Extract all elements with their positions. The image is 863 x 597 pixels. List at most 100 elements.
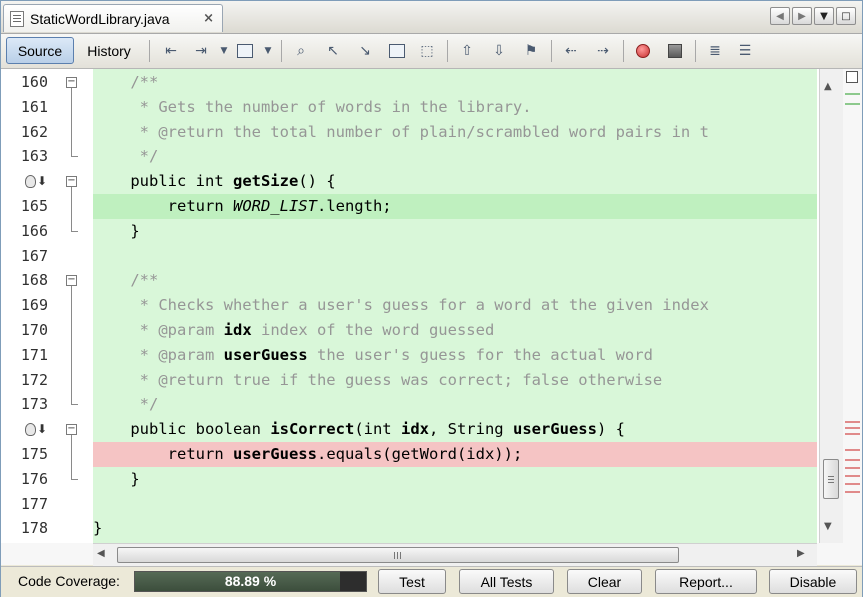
horizontal-scrollbar[interactable]: ◀ ▶ [93, 543, 817, 566]
code-line[interactable]: 175 return userGuess.equals(getWord(idx)… [1, 442, 817, 467]
coverage-mark[interactable] [845, 491, 860, 493]
show-opened-documents-button[interactable]: ▼ [814, 7, 834, 25]
code-line[interactable]: 177 [1, 492, 817, 517]
history-view-button[interactable]: History [79, 37, 139, 64]
code-text[interactable]: * Checks whether a user's guess for a wo… [93, 293, 817, 318]
code-text[interactable]: /** [93, 268, 817, 293]
coverage-mark[interactable] [845, 459, 860, 461]
shift-left-icon[interactable]: ⇠ [561, 41, 581, 61]
code-line[interactable]: 170 * @param idx index of the word guess… [1, 318, 817, 343]
code-text[interactable]: return WORD_LIST.length; [93, 194, 817, 219]
code-text[interactable]: public boolean isCorrect(int idx, String… [93, 417, 817, 442]
coverage-mark[interactable] [845, 93, 860, 95]
source-view-button[interactable]: Source [6, 37, 74, 64]
code-text[interactable]: */ [93, 392, 817, 417]
code-line[interactable]: 167 [1, 244, 817, 269]
code-text[interactable]: * Gets the number of words in the librar… [93, 95, 817, 120]
disable-button[interactable]: Disable [769, 569, 857, 594]
coverage-mark[interactable] [845, 103, 860, 105]
test-button[interactable]: Test [378, 569, 446, 594]
all-tests-button[interactable]: All Tests [459, 569, 554, 594]
code-line[interactable]: 163 */ [1, 88, 817, 169]
last-edit-dropdown-icon[interactable]: ▼ [263, 41, 273, 61]
code-text[interactable]: * @param idx index of the word guessed [93, 318, 817, 343]
code-line[interactable]: 168 /** − [1, 268, 817, 293]
code-text[interactable]: * @return the total number of plain/scra… [93, 120, 817, 145]
code-line[interactable]: 162 * @return the total number of plain/… [1, 120, 817, 145]
code-line[interactable]: 165 return WORD_LIST.length; [1, 194, 817, 219]
forward-dropdown-icon[interactable]: ▼ [219, 41, 229, 61]
fold-toggle-icon[interactable]: − [66, 176, 77, 188]
tab-staticwordlibrary[interactable]: StaticWordLibrary.java × [3, 4, 223, 32]
next-bookmark-icon[interactable]: ⇩ [489, 41, 509, 61]
code-text[interactable]: return userGuess.equals(getWord(idx)); [93, 442, 817, 467]
coverage-mark[interactable] [845, 421, 860, 423]
toggle-rect-selection-icon[interactable]: ⬚ [417, 41, 437, 61]
uncomment-icon[interactable]: ☰ [735, 41, 755, 61]
override-icon[interactable]: ⬇ [25, 172, 51, 190]
code-text[interactable]: /** [93, 70, 817, 95]
back-icon[interactable]: ⇤ [161, 41, 181, 61]
fold-toggle-icon[interactable]: − [66, 424, 77, 436]
code-line[interactable]: 166 } [1, 187, 817, 244]
code-line[interactable]: public int getSize() { ⬇ − [1, 169, 817, 194]
scroll-right-icon[interactable]: ▶ [797, 548, 805, 559]
record-macro-icon[interactable] [633, 41, 653, 61]
override-icon[interactable]: ⬇ [25, 420, 51, 438]
horizontal-scroll-thumb[interactable] [117, 547, 679, 563]
toolbar-separator [281, 40, 282, 62]
vertical-scroll-thumb[interactable] [823, 459, 839, 499]
search-icon[interactable]: ⌕ [291, 41, 311, 61]
scrollbar-filler [817, 543, 862, 565]
scroll-up-icon[interactable]: ▲ [824, 81, 832, 92]
vertical-scrollbar[interactable]: ▲ ▼ [819, 69, 844, 543]
fold-toggle-icon[interactable]: − [66, 77, 77, 88]
shift-right-icon[interactable]: ⇢ [593, 41, 613, 61]
error-stripe[interactable] [843, 69, 862, 543]
code-line[interactable]: public boolean isCorrect(int idx, String… [1, 417, 817, 442]
scroll-tabs-right-button[interactable]: ▶ [792, 7, 812, 25]
scroll-left-icon[interactable]: ◀ [97, 548, 105, 559]
previous-bookmark-icon[interactable]: ⇧ [457, 41, 477, 61]
find-previous-icon[interactable]: ↖ [323, 41, 343, 61]
coverage-mark[interactable] [845, 475, 860, 477]
find-next-icon[interactable]: ↘ [355, 41, 375, 61]
coverage-mark[interactable] [845, 427, 860, 429]
toggle-highlight-icon[interactable] [387, 41, 407, 61]
scroll-down-icon[interactable]: ▼ [824, 521, 832, 532]
coverage-mark[interactable] [845, 449, 860, 451]
code-line[interactable]: 161 * Gets the number of words in the li… [1, 95, 817, 120]
stop-macro-icon[interactable] [665, 41, 685, 61]
forward-icon[interactable]: ⇥ [191, 41, 211, 61]
coverage-bar: Code Coverage: 88.89 % Test All Tests Cl… [1, 566, 862, 597]
maximize-window-button[interactable]: □ [836, 7, 856, 25]
code-line[interactable]: 169 * Checks whether a user's guess for … [1, 293, 817, 318]
code-text[interactable]: } [93, 467, 817, 492]
code-text[interactable]: } [93, 219, 817, 244]
scroll-tabs-left-button[interactable]: ◀ [770, 7, 790, 25]
code-text[interactable]: } [93, 516, 817, 541]
code-token: (int [354, 420, 401, 439]
code-line[interactable]: 160 /** − [1, 70, 817, 95]
code-text[interactable]: * @return true if the guess was correct;… [93, 368, 817, 393]
code-line[interactable]: 176 } [1, 435, 817, 492]
code-text[interactable]: public int getSize() { [93, 169, 817, 194]
coverage-mark[interactable] [845, 483, 860, 485]
code-text[interactable]: * @param userGuess the user's guess for … [93, 343, 817, 368]
close-tab-icon[interactable]: × [203, 11, 214, 26]
coverage-mark[interactable] [845, 433, 860, 435]
fold-toggle-icon[interactable]: − [66, 275, 77, 287]
lightbulb-icon [25, 174, 36, 188]
code-line[interactable]: 178} [1, 516, 817, 541]
coverage-mark[interactable] [845, 467, 860, 469]
code-text[interactable]: */ [93, 144, 817, 169]
last-edit-icon[interactable] [235, 41, 255, 61]
code-editor[interactable]: 160 /** − 161 * Gets the number of words i… [1, 69, 862, 543]
code-line[interactable]: 173 */ [1, 286, 817, 417]
code-line[interactable]: 172 * @return true if the guess was corr… [1, 368, 817, 393]
clear-button[interactable]: Clear [567, 569, 642, 594]
toggle-bookmark-icon[interactable]: ⚑ [521, 41, 541, 61]
report-button[interactable]: Report... [655, 569, 757, 594]
code-line[interactable]: 171 * @param userGuess the user's guess … [1, 343, 817, 368]
comment-icon[interactable]: ≣ [705, 41, 725, 61]
